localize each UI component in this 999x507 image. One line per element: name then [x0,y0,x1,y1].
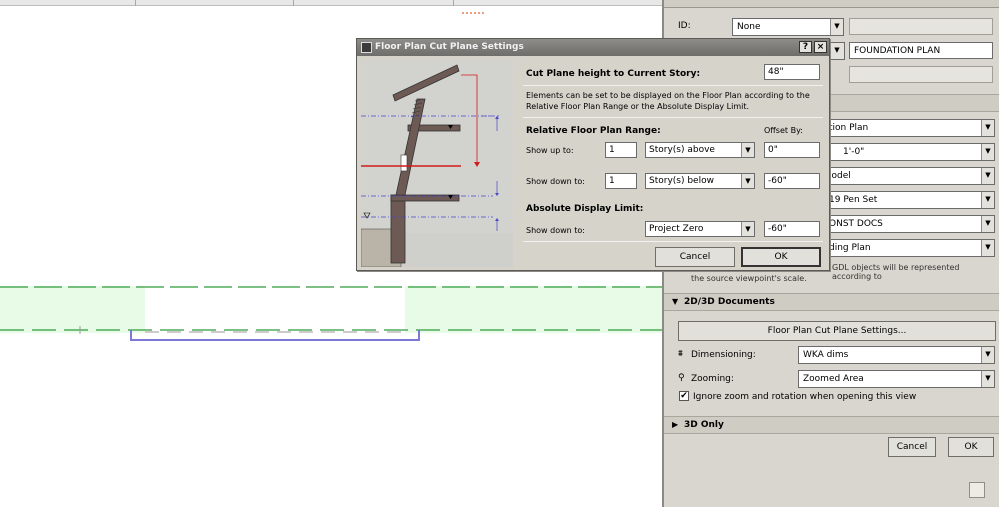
canvas-selection-marker [462,12,484,15]
id-select[interactable]: None ▼ [732,18,844,36]
zooming-select[interactable]: Zoomed Area ▼ [798,370,995,388]
section-2d3d-label: 2D/3D Documents [684,297,775,307]
foundation-wall-outline[interactable] [130,330,420,341]
chevron-down-icon[interactable]: ▼ [741,222,754,236]
select-value: Project Zero [649,224,704,234]
triangle-right-icon: ▶ [672,420,679,429]
dialog-cancel-button[interactable]: Cancel [655,247,735,267]
structure-display-select[interactable]: lodel ▼ [824,167,995,185]
dialog-titlebar[interactable]: Floor Plan Cut Plane Settings ? × [357,39,829,56]
id-value: None [737,22,761,32]
cut-plane-height-input[interactable]: 48" [764,64,820,80]
layer-combination-select[interactable]: tion Plan ▼ [824,119,995,137]
show-down-count-input[interactable]: 1 [605,173,637,189]
abs-show-down-label: Show down to: [526,226,585,235]
range-description: Elements can be set to be displayed on t… [526,91,810,111]
tab-segment[interactable] [136,0,294,6]
show-up-story-select[interactable]: Story(s) above ▼ [645,142,755,158]
close-button[interactable]: × [814,41,827,53]
name-aux-field [849,66,993,83]
chevron-down-icon[interactable]: ▼ [981,371,994,387]
show-up-to-label: Show up to: [526,146,574,155]
scale-select[interactable]: 1'-0" ▼ [824,143,995,161]
zoom-icon: ⚲ [678,373,685,383]
select-value: Story(s) below [649,176,714,186]
window-tab-strip [0,0,662,6]
section-3d-label: 3D Only [684,420,724,430]
chevron-down-icon[interactable]: ▼ [981,120,994,136]
dimensioning-label: Dimensioning: [691,350,756,360]
offset-by-label: Offset By: [764,126,803,135]
select-value: Zoomed Area [803,374,864,384]
select-value: lodel [829,171,851,181]
id-label: ID: [678,21,691,31]
id-custom-field [849,18,993,35]
absolute-offset-input[interactable]: -60" [764,221,820,237]
select-value: 19 Pen Set [829,195,878,205]
select-value: Story(s) above [649,145,715,155]
divider [523,117,823,118]
triangle-down-icon: ▼ [672,297,679,306]
show-up-offset-input[interactable]: 0" [764,142,820,158]
dialog-ok-button[interactable]: OK [741,247,821,267]
dimensioning-select[interactable]: WKA dims ▼ [798,346,995,364]
chevron-down-icon[interactable]: ▼ [741,143,754,157]
section-2d3d-header[interactable]: ▼ 2D/3D Documents [672,297,775,307]
cut-plane-height-label: Cut Plane height to Current Story: [526,69,701,79]
absolute-limit-heading: Absolute Display Limit: [526,204,644,214]
chevron-down-icon[interactable]: ▼ [981,240,994,256]
select-value: 1'-0" [843,147,865,157]
select-value: ding Plan [829,243,871,253]
model-view-options-select[interactable]: ONST DOCS ▼ [824,215,995,233]
chevron-down-icon[interactable]: ▼ [981,168,994,184]
show-up-count-input[interactable]: 1 [605,142,637,158]
panel-cancel-button[interactable]: Cancel [888,437,936,457]
ignore-zoom-checkbox[interactable]: ✔ [679,391,689,401]
chevron-down-icon[interactable]: ▼ [830,19,843,35]
show-down-to-label: Show down to: [526,177,585,186]
floor-plan-cut-plane-settings-button[interactable]: Floor Plan Cut Plane Settings... [678,321,996,341]
help-button[interactable]: ? [799,41,812,53]
cut-plane-illustration [361,61,513,267]
name-select-toggle[interactable]: ▼ [829,42,845,60]
relative-range-heading: Relative Floor Plan Range: [526,126,661,136]
chevron-down-icon[interactable]: ▼ [981,192,994,208]
name-field[interactable]: FOUNDATION PLAN [849,42,993,59]
cut-plane-dialog: Floor Plan Cut Plane Settings ? × Cut Pl… [356,38,830,271]
show-down-story-select[interactable]: Story(s) below ▼ [645,173,755,189]
ignore-zoom-label: Ignore zoom and rotation when opening th… [693,392,917,402]
dimension-icon: ⩩ [678,349,683,359]
divider [523,241,823,242]
dialog-title: Floor Plan Cut Plane Settings [375,42,524,52]
select-value: WKA dims [803,350,849,360]
tab-segment[interactable] [294,0,454,6]
section-3d-header[interactable]: ▶ 3D Only [672,420,724,430]
divider [523,85,823,86]
identification-header [664,0,999,8]
app-icon [361,42,372,53]
chevron-down-icon[interactable]: ▼ [981,216,994,232]
tab-segment[interactable] [0,0,136,6]
chevron-down-icon[interactable]: ▼ [981,347,994,363]
chevron-down-icon[interactable]: ▼ [830,43,844,59]
panel-ok-button[interactable]: OK [948,437,994,457]
chevron-down-icon[interactable]: ▼ [981,144,994,160]
select-value: ONST DOCS [829,219,883,229]
pen-set-select[interactable]: 19 Pen Set ▼ [824,191,995,209]
override-select[interactable]: ding Plan ▼ [824,239,995,257]
absolute-limit-select[interactable]: Project Zero ▼ [645,221,755,237]
gdl-note: GDL objects will be represented accordin… [832,263,960,281]
select-value: tion Plan [829,123,869,133]
gdl-note-line-2: the source viewpoint's scale. [691,274,807,283]
zooming-label: Zooming: [691,374,734,384]
show-down-offset-input[interactable]: -60" [764,173,820,189]
resize-grip[interactable] [969,482,985,498]
chevron-down-icon[interactable]: ▼ [741,174,754,188]
